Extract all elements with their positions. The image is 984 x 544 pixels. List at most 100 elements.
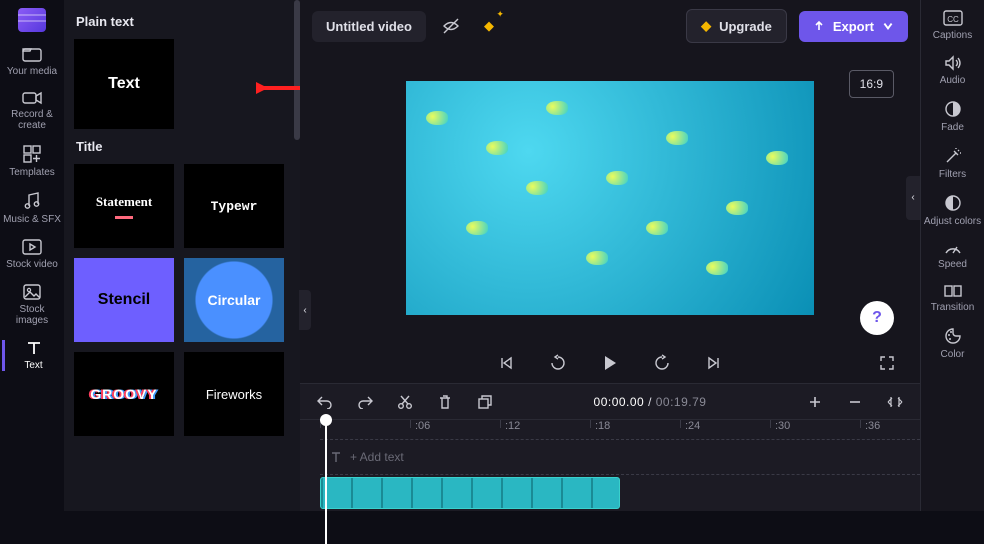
thumb-circular[interactable]: Circular <box>184 258 284 342</box>
speed-icon <box>944 241 962 255</box>
left-nav: Your media Record & create Templates Mus… <box>0 0 64 511</box>
nav-stock-images[interactable]: Stock images <box>2 284 62 326</box>
transport-bar <box>300 343 920 383</box>
timeline-toolbar: 00:00.00 / 00:19.79 <box>300 383 920 419</box>
nav-label: Templates <box>9 167 55 178</box>
zoom-out-button[interactable] <box>842 389 868 415</box>
preview-canvas[interactable] <box>406 81 814 315</box>
timeline-tracks[interactable]: + Add text <box>300 439 920 511</box>
preview-area: 16:9 ? ‹ <box>300 52 920 343</box>
undo-button[interactable] <box>312 389 338 415</box>
right-audio[interactable]: Audio <box>924 55 982 86</box>
fullscreen-button[interactable] <box>874 350 900 376</box>
right-panel-toggle[interactable]: ‹ <box>906 176 920 220</box>
project-title[interactable]: Untitled video <box>312 11 426 42</box>
nav-music-sfx[interactable]: Music & SFX <box>2 192 62 225</box>
export-label: Export <box>833 19 874 34</box>
right-fade[interactable]: Fade <box>924 100 982 133</box>
ruler-tick: :24 <box>680 420 700 428</box>
filters-icon <box>944 147 962 165</box>
playhead-line <box>325 424 327 544</box>
export-button[interactable]: Export <box>799 11 908 42</box>
adjust-colors-icon <box>944 194 962 212</box>
forward-button[interactable] <box>649 350 675 376</box>
nav-stock-video[interactable]: Stock video <box>2 239 62 270</box>
center-area: ‹ Untitled video ◆✦ ◆ Upgrade Export 16:9… <box>300 0 920 511</box>
redo-button[interactable] <box>352 389 378 415</box>
thumb-statement[interactable]: Statement <box>74 164 174 248</box>
video-clip[interactable] <box>320 477 620 509</box>
skip-end-button[interactable] <box>701 350 727 376</box>
add-text-label: + Add text <box>350 450 404 464</box>
fit-button[interactable] <box>882 389 908 415</box>
ruler-tick: :18 <box>590 420 610 428</box>
accessibility-icon[interactable] <box>438 13 464 39</box>
zoom-in-button[interactable] <box>802 389 828 415</box>
nav-label: Stock images <box>2 304 62 326</box>
text-track-placeholder[interactable]: + Add text <box>320 439 920 475</box>
delete-button[interactable] <box>432 389 458 415</box>
right-filters[interactable]: Filters <box>924 147 982 180</box>
aspect-ratio-badge[interactable]: 16:9 <box>849 70 894 98</box>
split-button[interactable] <box>392 389 418 415</box>
thumb-groovy[interactable]: GROOVY <box>74 352 174 436</box>
diamond-icon: ◆ <box>701 18 711 34</box>
rewind-button[interactable] <box>545 350 571 376</box>
music-icon <box>24 192 40 210</box>
transition-icon <box>944 284 962 298</box>
app-logo <box>18 8 46 32</box>
nav-templates[interactable]: Templates <box>2 145 62 178</box>
section-plain-text: Plain text <box>76 14 290 29</box>
nav-text[interactable]: Text <box>2 340 62 371</box>
timeline-ruler[interactable]: | :06 :12 :18 :24 :30 :36 <box>300 419 920 439</box>
captions-icon: CC <box>943 10 963 26</box>
nav-record-create[interactable]: Record & create <box>2 91 62 131</box>
thumb-typewriter[interactable]: Typewr <box>184 164 284 248</box>
thumb-stencil[interactable]: Stencil <box>74 258 174 342</box>
right-adjust-colors[interactable]: Adjust colors <box>924 194 982 227</box>
text-browser-panel: Plain text Text Title Statement Typewr S… <box>64 0 300 511</box>
folder-icon <box>22 46 42 62</box>
nav-your-media[interactable]: Your media <box>2 46 62 77</box>
premium-icon[interactable]: ◆✦ <box>476 13 502 39</box>
play-button[interactable] <box>597 350 623 376</box>
duplicate-button[interactable] <box>472 389 498 415</box>
ruler-tick: :30 <box>770 420 790 428</box>
text-icon <box>330 451 342 463</box>
thumb-plain-text[interactable]: Text <box>74 39 174 129</box>
ruler-tick: :36 <box>860 420 880 428</box>
timeline-time: 00:00.00 / 00:19.79 <box>594 395 707 409</box>
color-icon <box>944 327 962 345</box>
nav-label: Stock video <box>6 259 58 270</box>
chevron-down-icon <box>882 20 894 32</box>
right-transition[interactable]: Transition <box>924 284 982 313</box>
time-duration: 00:19.79 <box>656 395 707 409</box>
right-nav: CCCaptions Audio Fade Filters Adjust col… <box>920 0 984 511</box>
section-title: Title <box>76 139 290 154</box>
thumb-fireworks[interactable]: Fireworks <box>184 352 284 436</box>
help-button[interactable]: ? <box>860 301 894 335</box>
skip-start-button[interactable] <box>493 350 519 376</box>
top-bar: Untitled video ◆✦ ◆ Upgrade Export <box>300 0 920 52</box>
stock-image-icon <box>23 284 41 300</box>
fade-icon <box>944 100 962 118</box>
nav-label: Text <box>24 360 42 371</box>
text-icon <box>26 340 42 356</box>
time-current: 00:00.00 <box>594 395 645 409</box>
right-color[interactable]: Color <box>924 327 982 360</box>
right-captions[interactable]: CCCaptions <box>924 10 982 41</box>
right-speed[interactable]: Speed <box>924 241 982 270</box>
nav-label: Your media <box>7 66 57 77</box>
upgrade-label: Upgrade <box>719 19 772 34</box>
templates-icon <box>23 145 41 163</box>
svg-text:CC: CC <box>947 15 959 24</box>
nav-label: Record & create <box>2 109 62 131</box>
nav-label: Music & SFX <box>3 214 61 225</box>
audio-icon <box>944 55 962 71</box>
sparkle-icon: ✦ <box>496 9 504 20</box>
camera-icon <box>22 91 42 105</box>
ruler-tick: :06 <box>410 420 430 428</box>
ruler-tick: :12 <box>500 420 520 428</box>
upgrade-button[interactable]: ◆ Upgrade <box>686 9 787 43</box>
video-track <box>320 475 920 511</box>
